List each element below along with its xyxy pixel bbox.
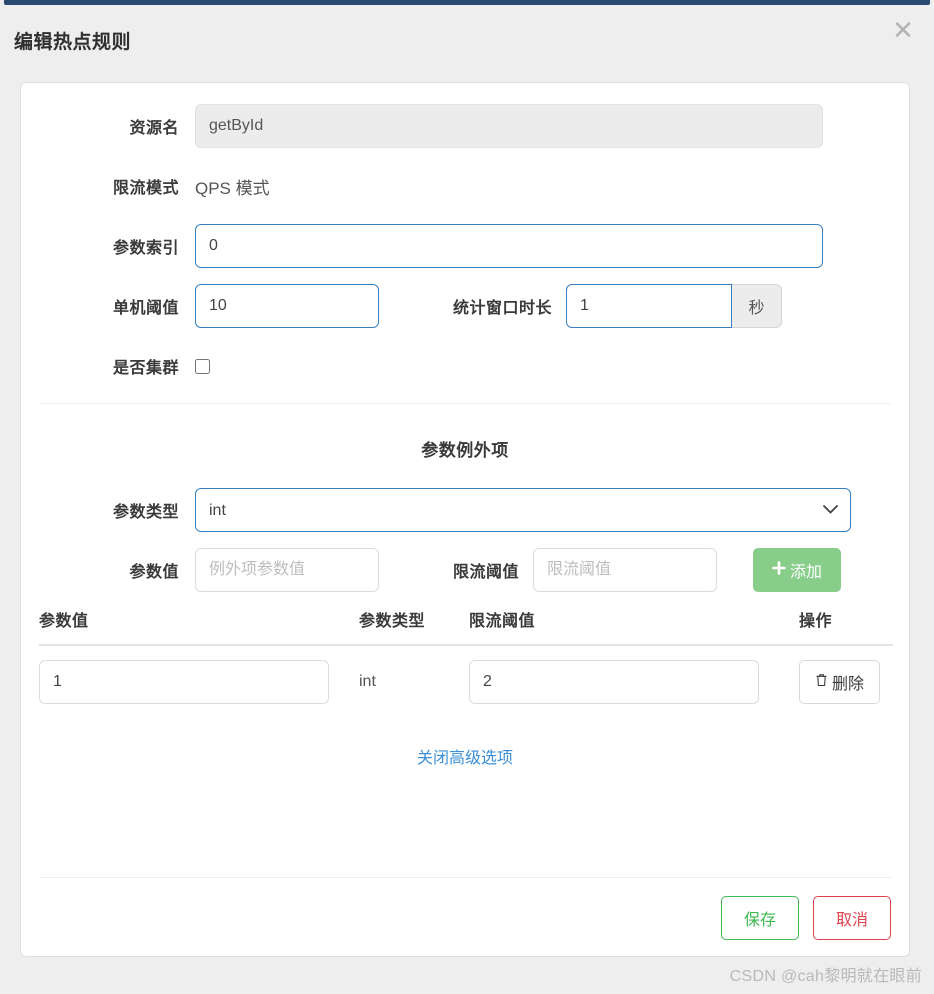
param-value-input[interactable]: [195, 548, 379, 592]
cell-operation: 删除: [799, 645, 893, 704]
section-divider-top: [39, 403, 891, 404]
modal-body-card: 资源名 限流模式 QPS 模式 参数索引 单机阈值 统计窗口时长 秒: [20, 82, 910, 957]
table-header-param-value: 参数值: [39, 607, 359, 646]
add-button[interactable]: 添加: [753, 548, 842, 592]
field-row-param-index: 参数索引: [39, 223, 891, 269]
exception-table: 参数值 参数类型 限流阈值 操作 int: [39, 607, 893, 704]
flow-mode-value: QPS 模式: [195, 178, 270, 198]
is-cluster-checkbox[interactable]: [195, 358, 210, 374]
delete-row-label: 删除: [832, 676, 865, 693]
param-type-label: 参数类型: [112, 504, 179, 521]
footer-buttons: 保存 取消: [39, 896, 891, 940]
param-index-label: 参数索引: [112, 240, 179, 257]
single-threshold-input[interactable]: [195, 284, 379, 328]
threshold-input[interactable]: [533, 548, 718, 592]
flow-mode-label: 限流模式: [112, 180, 179, 197]
save-button[interactable]: 保存: [720, 896, 799, 940]
toggle-advanced-options-link[interactable]: 关闭高级选项: [39, 744, 891, 768]
window-duration-unit: 秒: [732, 284, 783, 328]
window-duration-input[interactable]: [566, 284, 733, 328]
watermark: CSDN @cah黎明就在眼前: [729, 968, 922, 985]
trash-icon: [815, 673, 828, 692]
window-duration-group: 秒: [566, 284, 783, 328]
table-header-operation: 操作: [799, 607, 893, 646]
edit-hotspot-rule-modal: 编辑热点规则 ✕ 资源名 限流模式 QPS 模式 参数索引 单机阈值 统计窗口时…: [0, 5, 934, 994]
window-duration-label: 统计窗口时长: [453, 300, 553, 317]
page-title: 编辑热点规则: [14, 32, 132, 53]
cell-param-value: [39, 645, 359, 704]
modal-footer: 保存 取消: [39, 877, 891, 940]
table-row: int 删除: [39, 645, 893, 704]
field-row-resource-name: 资源名: [39, 103, 891, 149]
resource-name-label: 资源名: [129, 120, 179, 137]
footer-divider: [39, 877, 891, 878]
field-row-param-value-entry: 参数值 限流阈值 添加: [39, 547, 891, 593]
threshold-entry-label: 限流阈值: [453, 564, 520, 581]
delete-row-button[interactable]: 删除: [799, 660, 881, 704]
modal-header: 编辑热点规则 ✕: [0, 5, 934, 77]
resource-name-input[interactable]: [195, 104, 823, 148]
param-value-label: 参数值: [129, 564, 179, 581]
add-button-label: 添加: [790, 564, 823, 581]
cell-param-type: int: [359, 673, 376, 690]
is-cluster-label: 是否集群: [112, 360, 179, 377]
single-threshold-label: 单机阈值: [112, 300, 179, 317]
table-header-threshold: 限流阈值: [469, 607, 799, 646]
table-header-param-type: 参数类型: [359, 607, 469, 646]
plus-icon: [772, 560, 786, 580]
rule-form: 资源名 限流模式 QPS 模式 参数索引 单机阈值 统计窗口时长 秒: [21, 83, 909, 768]
cell-threshold: [469, 645, 799, 704]
exception-section-title: 参数例外项: [421, 441, 509, 460]
row-threshold-input[interactable]: [469, 660, 759, 704]
field-row-flow-mode: 限流模式 QPS 模式: [39, 163, 891, 209]
field-row-threshold-window: 单机阈值 统计窗口时长 秒: [39, 283, 891, 329]
field-row-param-type: 参数类型 int: [39, 487, 891, 533]
param-index-input[interactable]: [195, 224, 823, 268]
cancel-button[interactable]: 取消: [812, 896, 891, 940]
param-type-select-wrapper: int: [195, 488, 851, 532]
table-header-row: 参数值 参数类型 限流阈值 操作: [39, 607, 893, 646]
param-type-select[interactable]: int: [195, 488, 851, 532]
field-row-is-cluster: 是否集群: [39, 343, 891, 389]
close-icon[interactable]: ✕: [888, 15, 918, 45]
row-param-value-input[interactable]: [39, 660, 329, 704]
